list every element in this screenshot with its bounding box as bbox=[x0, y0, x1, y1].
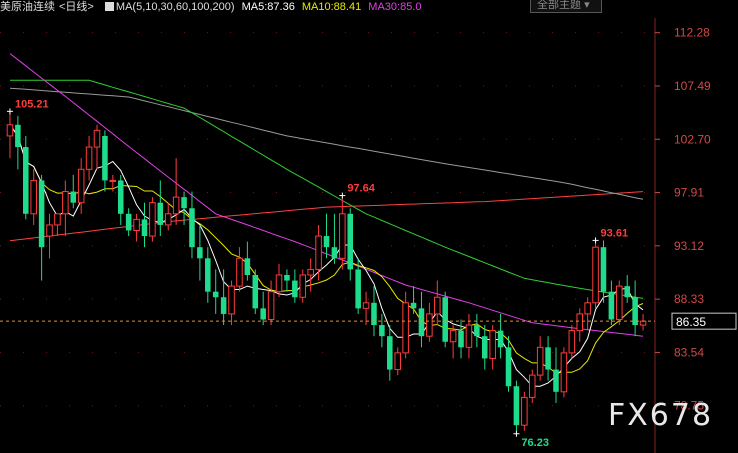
candle-body bbox=[15, 124, 21, 148]
candle-body bbox=[46, 224, 53, 237]
candle-body bbox=[560, 352, 568, 393]
candle-body bbox=[379, 325, 385, 337]
candle-body bbox=[181, 197, 187, 209]
candle-body bbox=[23, 147, 29, 214]
candle-body bbox=[418, 308, 425, 337]
candle-body bbox=[371, 302, 377, 326]
candle-body bbox=[236, 257, 243, 287]
annotation-label: 76.23 bbox=[521, 437, 549, 449]
candle-body bbox=[362, 302, 370, 309]
price-chart[interactable]: 112.28107.49102.7097.9193.1288.3383.5478… bbox=[0, 0, 738, 453]
candle-body bbox=[212, 291, 219, 298]
ma30-line bbox=[9, 53, 644, 337]
candle-body bbox=[339, 213, 346, 259]
annotation-label: 97.64 bbox=[347, 183, 375, 195]
candle-body bbox=[347, 213, 354, 270]
candle-body bbox=[600, 247, 607, 292]
y-tick-label: 107.49 bbox=[674, 79, 711, 93]
candle-body bbox=[528, 374, 536, 398]
candle-body bbox=[205, 258, 211, 292]
candle-body bbox=[323, 236, 330, 248]
candle-body bbox=[608, 291, 615, 320]
candle-body bbox=[149, 202, 156, 237]
candle-body bbox=[307, 268, 314, 276]
y-tick-label: 97.91 bbox=[674, 186, 704, 200]
y-tick-label: 112.28 bbox=[674, 26, 710, 40]
candle-body bbox=[164, 213, 172, 226]
candle-body bbox=[6, 124, 14, 137]
candle-body bbox=[189, 208, 195, 248]
candle-body bbox=[228, 285, 235, 315]
candle-body bbox=[267, 291, 275, 320]
candle-body bbox=[299, 274, 307, 298]
candle-body bbox=[449, 330, 457, 343]
candle-body bbox=[545, 347, 551, 370]
candle-body bbox=[157, 202, 164, 225]
candle-body bbox=[553, 369, 559, 392]
candle-body bbox=[284, 274, 290, 281]
candle-body bbox=[93, 129, 101, 148]
candle-body bbox=[394, 352, 401, 371]
annotation-label: 93.61 bbox=[601, 227, 629, 239]
candle-body bbox=[252, 274, 259, 309]
candle-body bbox=[244, 258, 251, 275]
candle-body bbox=[141, 219, 148, 237]
candle-body bbox=[275, 274, 283, 293]
candle-body bbox=[592, 246, 599, 304]
annotation-label: 105.21 bbox=[15, 98, 49, 110]
candle-body bbox=[521, 396, 528, 426]
candle-body bbox=[482, 336, 488, 359]
candle-body bbox=[513, 386, 520, 426]
candle-body bbox=[62, 191, 69, 215]
candle-body bbox=[489, 330, 496, 359]
candle-body bbox=[30, 179, 37, 215]
y-tick-label: 83.54 bbox=[674, 345, 704, 359]
watermark-logo: FX678 bbox=[608, 398, 714, 433]
candle-body bbox=[77, 168, 85, 204]
candle-body bbox=[355, 269, 361, 309]
candle-body bbox=[474, 325, 480, 337]
candle-body bbox=[458, 330, 464, 348]
candle-body bbox=[584, 302, 591, 315]
candle-body bbox=[331, 247, 338, 259]
candle-body bbox=[85, 146, 93, 170]
candle-body bbox=[616, 285, 623, 320]
candle-body bbox=[125, 213, 132, 231]
candle-body bbox=[568, 330, 576, 354]
candle-body bbox=[442, 297, 448, 342]
candle-body bbox=[426, 313, 433, 337]
candle-body bbox=[220, 297, 227, 314]
candle-body bbox=[434, 296, 441, 315]
candle-body bbox=[102, 135, 108, 181]
candle-body bbox=[109, 179, 117, 182]
candle-body bbox=[172, 196, 180, 215]
y-tick-label: 88.33 bbox=[674, 292, 704, 306]
candle-body bbox=[536, 346, 544, 376]
candle-body bbox=[38, 180, 45, 248]
candle-body bbox=[117, 180, 124, 214]
candle-body bbox=[197, 247, 203, 259]
candle-body bbox=[315, 235, 322, 270]
candle-body bbox=[387, 336, 393, 370]
candle-body bbox=[260, 308, 266, 320]
candle-body bbox=[497, 330, 504, 348]
candle-body bbox=[639, 320, 647, 326]
y-tick-label: 93.12 bbox=[674, 239, 704, 253]
candle-body bbox=[465, 324, 473, 348]
candle-body bbox=[54, 213, 61, 226]
candle-body bbox=[292, 280, 298, 298]
y-tick-label: 102.70 bbox=[674, 132, 711, 146]
candle-body bbox=[410, 302, 417, 309]
candle-body bbox=[133, 218, 140, 231]
candle-body bbox=[505, 347, 512, 387]
candle-body bbox=[624, 286, 630, 298]
candle-body bbox=[402, 302, 409, 354]
candle-body bbox=[70, 191, 77, 203]
current-price-label: 86.35 bbox=[676, 315, 706, 329]
candle-body bbox=[576, 313, 584, 332]
